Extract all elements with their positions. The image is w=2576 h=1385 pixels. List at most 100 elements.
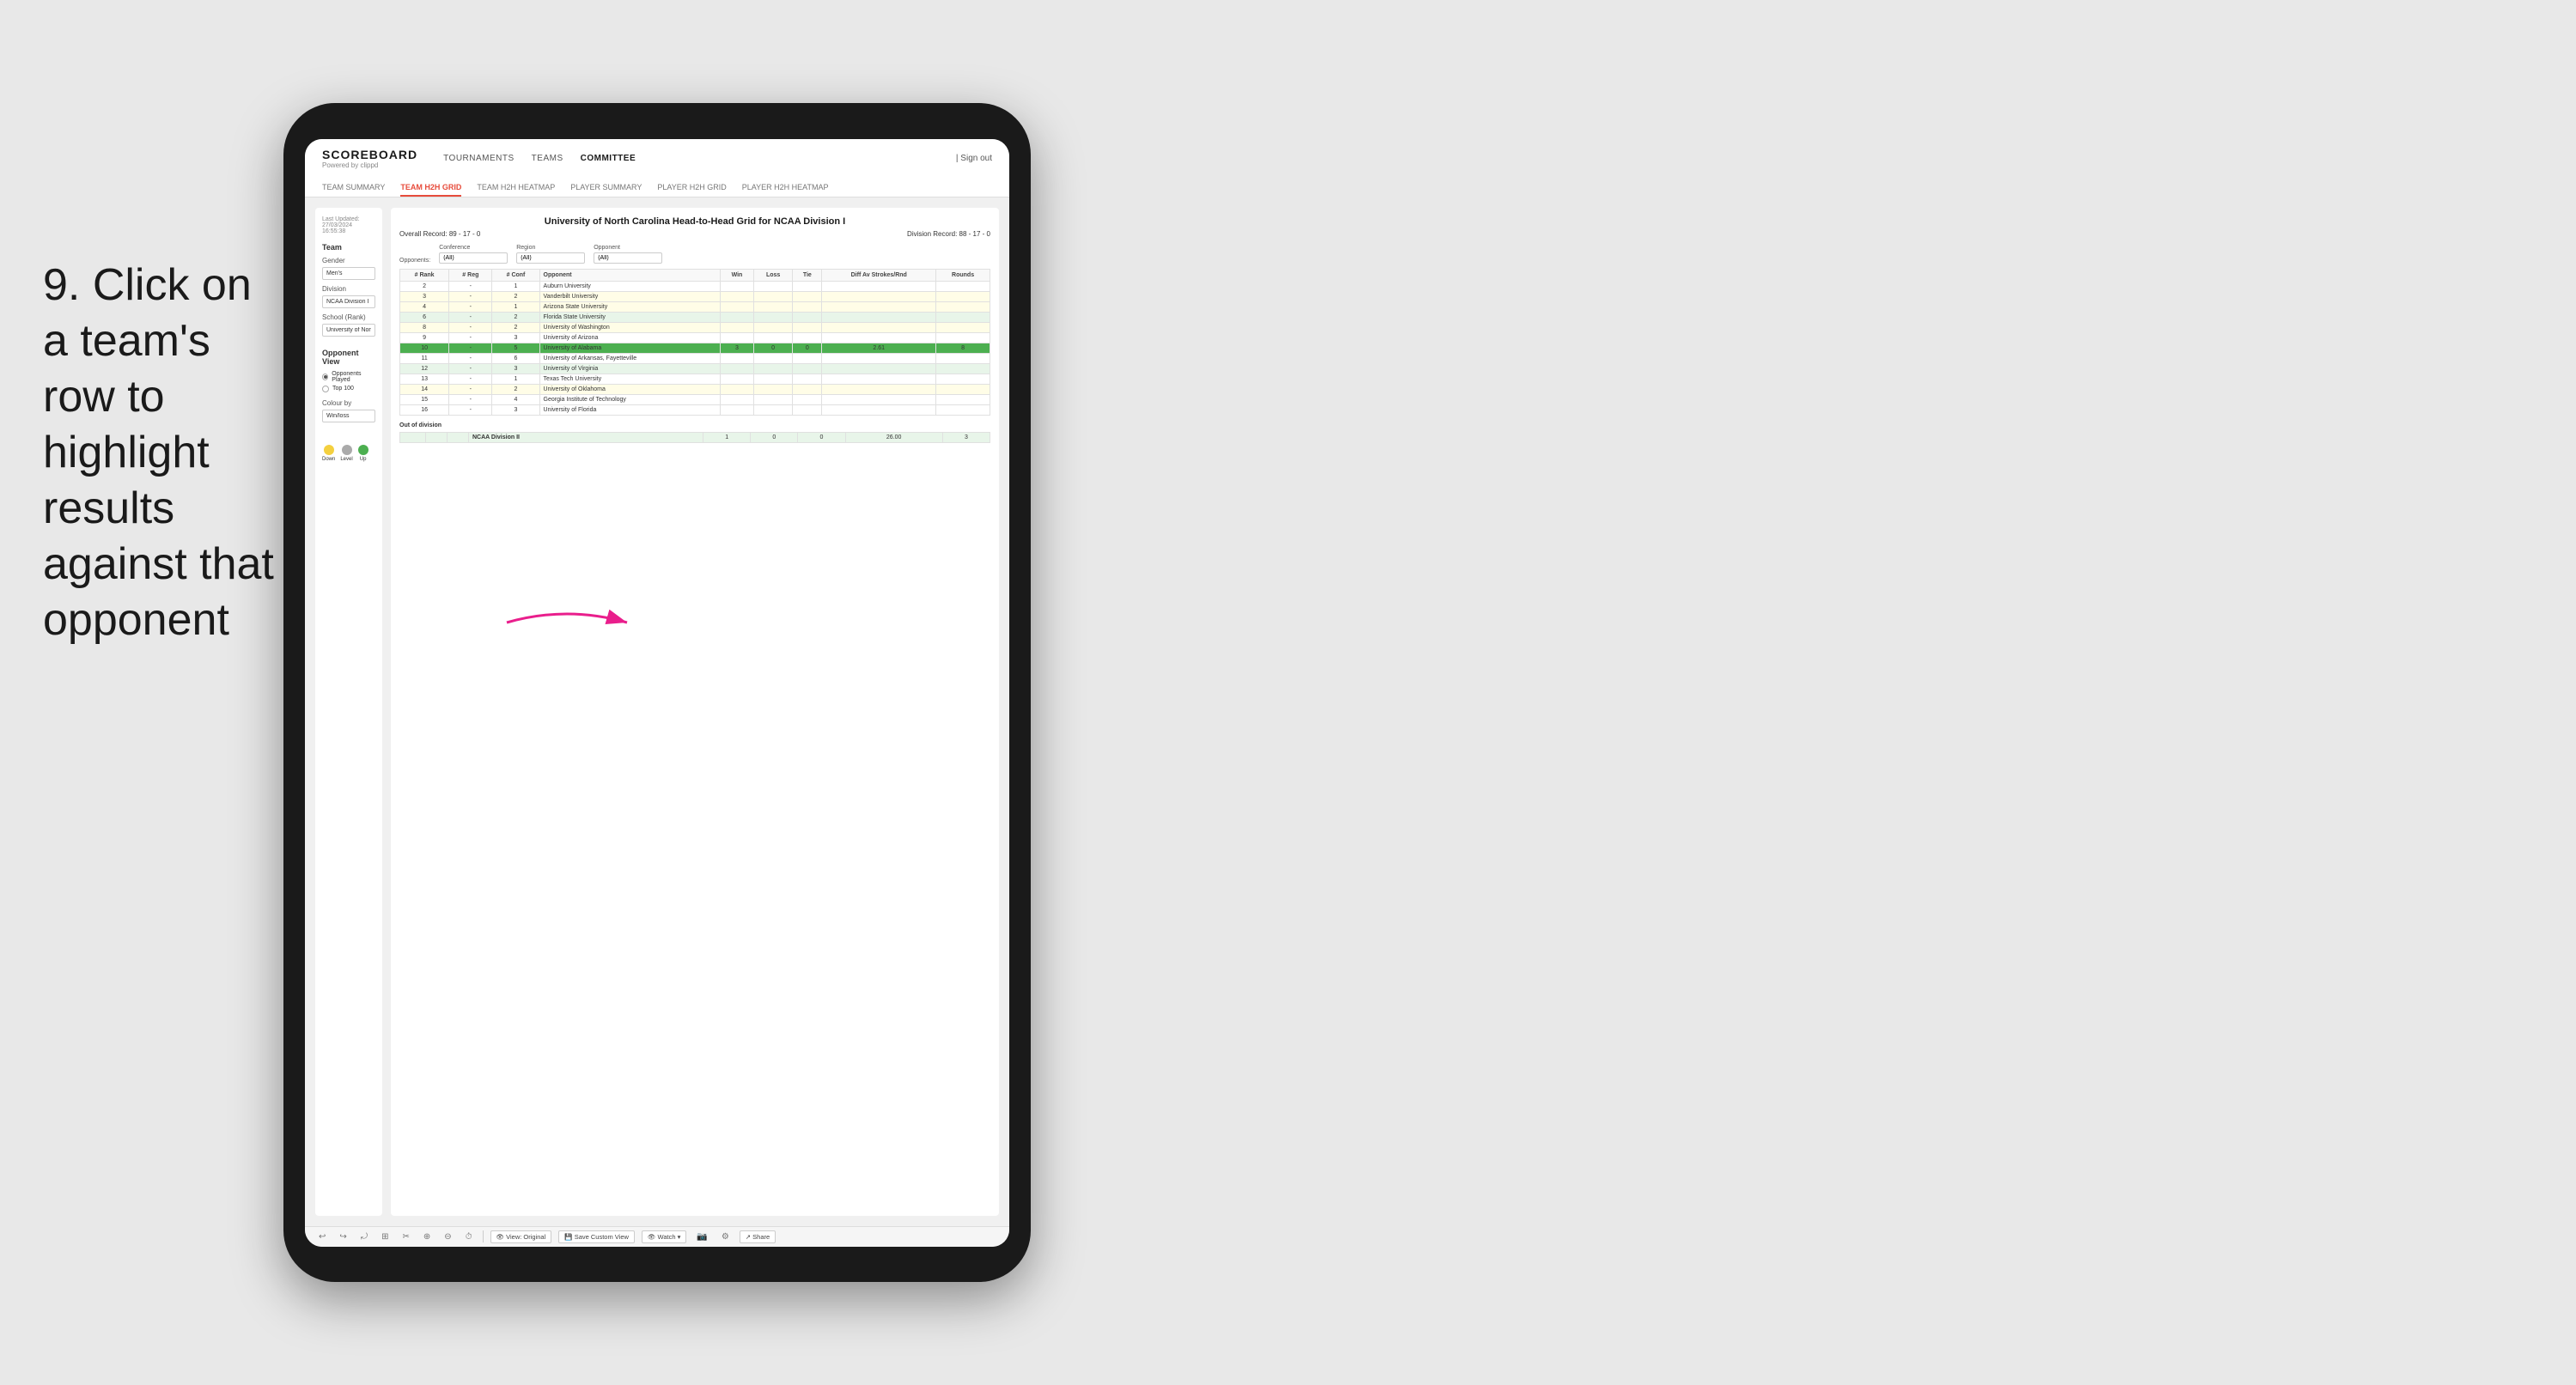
cell-rounds	[936, 353, 990, 363]
sidebar: Last Updated: 27/03/2024 16:55:38 Team G…	[315, 208, 382, 1216]
legend-up: Up	[358, 445, 368, 462]
cell-reg: -	[449, 394, 492, 404]
table-row[interactable]: 12-3University of Virginia	[400, 363, 990, 374]
cell-rounds	[936, 404, 990, 415]
arrow-annotation	[498, 597, 636, 648]
cell-reg: -	[449, 301, 492, 312]
add-button[interactable]: ⊕	[420, 1230, 434, 1243]
radio-opponents-played[interactable]: Opponents Played	[322, 371, 375, 383]
cell-rounds: 8	[936, 343, 990, 353]
table-row[interactable]: 8-2University of Washington	[400, 322, 990, 332]
tab-player-summary[interactable]: PLAYER SUMMARY	[570, 179, 642, 197]
nav-committee[interactable]: COMMITTEE	[581, 152, 636, 165]
cell-conf: 3	[492, 363, 539, 374]
cell-loss	[753, 291, 792, 301]
view-original-button[interactable]: 👁 View: Original	[490, 1230, 552, 1243]
cell-rank: 16	[400, 404, 449, 415]
logo-sub: Powered by clippd	[322, 161, 417, 169]
cell-tie	[793, 312, 822, 322]
table-row[interactable]: 3-2Vanderbilt University	[400, 291, 990, 301]
undo-button[interactable]: ↩	[315, 1230, 329, 1243]
panel-title: University of North Carolina Head-to-Hea…	[399, 216, 990, 227]
save-custom-view-button[interactable]: 💾 Save Custom View	[558, 1230, 635, 1243]
sub-navigation: TEAM SUMMARY TEAM H2H GRID TEAM H2H HEAT…	[322, 176, 992, 197]
refresh-button[interactable]: ⤾	[357, 1230, 371, 1243]
table-row[interactable]: 16-3University of Florida	[400, 404, 990, 415]
cell-conf: 1	[492, 301, 539, 312]
cell-conf: 3	[492, 404, 539, 415]
conference-filter-select[interactable]: (All)	[439, 252, 508, 264]
colour-by-dropdown[interactable]: Win/loss	[322, 410, 375, 422]
table-row[interactable]: 6-2Florida State University	[400, 312, 990, 322]
cell-loss: 0	[753, 343, 792, 353]
cell-conf: 1	[492, 281, 539, 291]
division-dropdown[interactable]: NCAA Division I	[322, 295, 375, 308]
cell-loss	[753, 404, 792, 415]
grid-button[interactable]: ⊞	[378, 1230, 392, 1243]
cell-reg: -	[449, 404, 492, 415]
gender-dropdown[interactable]: Men's	[322, 267, 375, 280]
table-row[interactable]: 10-5University of Alabama3002.618	[400, 343, 990, 353]
cell-opponent: University of Arizona	[539, 332, 720, 343]
watch-button[interactable]: 👁 Watch ▾	[642, 1230, 686, 1243]
tab-team-h2h-grid[interactable]: TEAM H2H GRID	[400, 179, 461, 197]
cell-reg: -	[449, 363, 492, 374]
tab-player-h2h-heatmap[interactable]: PLAYER H2H HEATMAP	[742, 179, 829, 197]
out-of-division-table: NCAA Division II 1 0 0 26.00 3	[399, 432, 990, 443]
cell-diff	[822, 404, 936, 415]
ncaa-rank	[400, 432, 426, 442]
cell-opponent: University of Florida	[539, 404, 720, 415]
redo-button[interactable]: ↪	[336, 1230, 350, 1243]
cell-diff: 2.61	[822, 343, 936, 353]
cell-rounds	[936, 363, 990, 374]
legend-level-circle	[342, 445, 352, 455]
cell-loss	[753, 281, 792, 291]
nav-teams[interactable]: TEAMS	[532, 152, 563, 165]
cell-rank: 4	[400, 301, 449, 312]
cell-tie	[793, 301, 822, 312]
filter-opponents-label: Opponents:	[399, 258, 430, 264]
tab-player-h2h-grid[interactable]: PLAYER H2H GRID	[657, 179, 726, 197]
sign-out-link[interactable]: | Sign out	[956, 154, 992, 163]
cell-rank: 12	[400, 363, 449, 374]
share-button[interactable]: ↗ Share	[740, 1230, 776, 1243]
cell-loss	[753, 363, 792, 374]
school-dropdown[interactable]: University of Nort...	[322, 324, 375, 337]
cell-conf: 3	[492, 332, 539, 343]
cell-rank: 13	[400, 374, 449, 384]
nav-tournaments[interactable]: TOURNAMENTS	[443, 152, 515, 165]
colour-by-label: Colour by	[322, 399, 375, 407]
table-row[interactable]: 2-1Auburn University	[400, 281, 990, 291]
ncaa-tie: 0	[798, 432, 845, 442]
cell-win	[720, 374, 753, 384]
cell-opponent: University of Oklahoma	[539, 384, 720, 394]
cell-tie	[793, 363, 822, 374]
ncaa-div-row[interactable]: NCAA Division II 1 0 0 26.00 3	[400, 432, 990, 442]
table-row[interactable]: 9-3University of Arizona	[400, 332, 990, 343]
table-row[interactable]: 13-1Texas Tech University	[400, 374, 990, 384]
cell-reg: -	[449, 353, 492, 363]
cell-win	[720, 363, 753, 374]
cell-tie	[793, 384, 822, 394]
cell-rank: 10	[400, 343, 449, 353]
region-filter-select[interactable]: (All)	[516, 252, 585, 264]
cell-rounds	[936, 332, 990, 343]
remove-button[interactable]: ⊖	[441, 1230, 454, 1243]
col-reg: # Reg	[449, 269, 492, 281]
cut-button[interactable]: ✂	[399, 1230, 413, 1243]
radio-dot-top100	[322, 386, 329, 392]
tab-team-h2h-heatmap[interactable]: TEAM H2H HEATMAP	[477, 179, 555, 197]
radio-top100[interactable]: Top 100	[322, 386, 375, 392]
cell-diff	[822, 301, 936, 312]
tab-team-summary[interactable]: TEAM SUMMARY	[322, 179, 385, 197]
table-row[interactable]: 15-4Georgia Institute of Technology	[400, 394, 990, 404]
col-opponent: Opponent	[539, 269, 720, 281]
time-button[interactable]: ⏱	[462, 1230, 476, 1243]
table-row[interactable]: 11-6University of Arkansas, Fayetteville	[400, 353, 990, 363]
opponent-filter-select[interactable]: (All)	[594, 252, 662, 264]
screenshot-button[interactable]: 📷	[693, 1230, 710, 1243]
table-row[interactable]: 4-1Arizona State University	[400, 301, 990, 312]
settings-button[interactable]: ⚙	[718, 1230, 733, 1243]
cell-diff	[822, 332, 936, 343]
table-row[interactable]: 14-2University of Oklahoma	[400, 384, 990, 394]
